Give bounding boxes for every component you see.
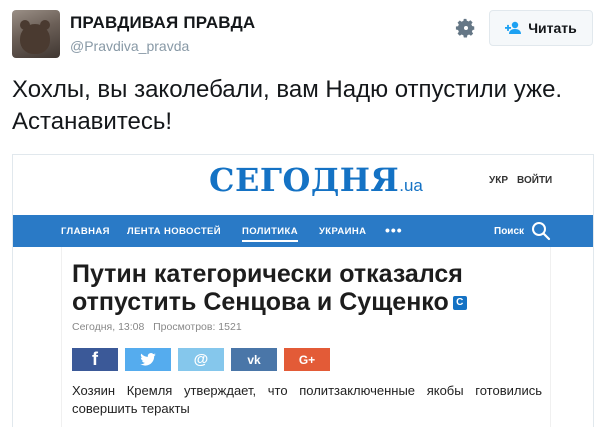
follow-button-label: Читать — [528, 20, 577, 36]
article-lede: Хозяин Кремля утверждает, что политзаклю… — [72, 383, 542, 416]
nav-item-home: ГЛАВНАЯ — [61, 226, 110, 237]
site-navbar: ГЛАВНАЯ ЛЕНТА НОВОСТЕЙ ПОЛИТИКА УКРАИНА … — [13, 215, 593, 247]
follow-user-icon — [505, 21, 522, 34]
tweet-text: Хохлы, вы заколебали, вам Надю отпустили… — [12, 76, 563, 135]
site-logo-main: СЕГОДНЯ — [209, 161, 400, 199]
share-vk-button: vk — [231, 348, 277, 371]
username[interactable]: @Pravdiva_pravda — [70, 38, 189, 54]
source-badge: С — [452, 296, 467, 311]
nav-item-ukraine: УКРАИНА — [319, 226, 367, 237]
login-link: ВОЙТИ — [517, 175, 553, 186]
search-icon — [532, 222, 551, 241]
display-name[interactable]: ПРАВДИВАЯ ПРАВДА — [70, 13, 255, 33]
nav-more: ••• — [385, 222, 403, 238]
follow-button[interactable]: Читать — [489, 10, 593, 46]
article: Путин категорически отказался отпустить … — [61, 247, 551, 427]
share-mail-button: @ — [178, 348, 224, 371]
nav-item-news-feed: ЛЕНТА НОВОСТЕЙ — [127, 226, 222, 237]
nav-item-politics: ПОЛИТИКА — [242, 226, 298, 242]
language-switch: УКР — [489, 175, 508, 186]
share-facebook-button: f — [72, 348, 118, 371]
site-logo: СЕГОДНЯ.ua — [209, 161, 423, 199]
bear-head — [20, 24, 50, 54]
twitter-bird-icon — [140, 353, 156, 366]
article-headline: Путин категорически отказался отпустить … — [72, 260, 542, 316]
avatar[interactable] — [12, 10, 60, 58]
share-gplus-button: G+ — [284, 348, 330, 371]
gear-icon[interactable] — [455, 17, 477, 39]
embedded-screenshot[interactable]: СЕГОДНЯ.ua УКР ВОЙТИ ГЛАВНАЯ ЛЕНТА НОВОС… — [12, 154, 594, 427]
search-label: Поиск — [494, 226, 525, 237]
share-buttons: f @ vk G+ — [72, 348, 330, 371]
article-headline-text: Путин категорически отказался отпустить … — [72, 260, 463, 316]
site-logo-tld: .ua — [399, 176, 423, 195]
share-twitter-button — [125, 348, 171, 371]
article-meta: Сегодня, 13:08 Просмотров: 1521 — [72, 321, 242, 333]
